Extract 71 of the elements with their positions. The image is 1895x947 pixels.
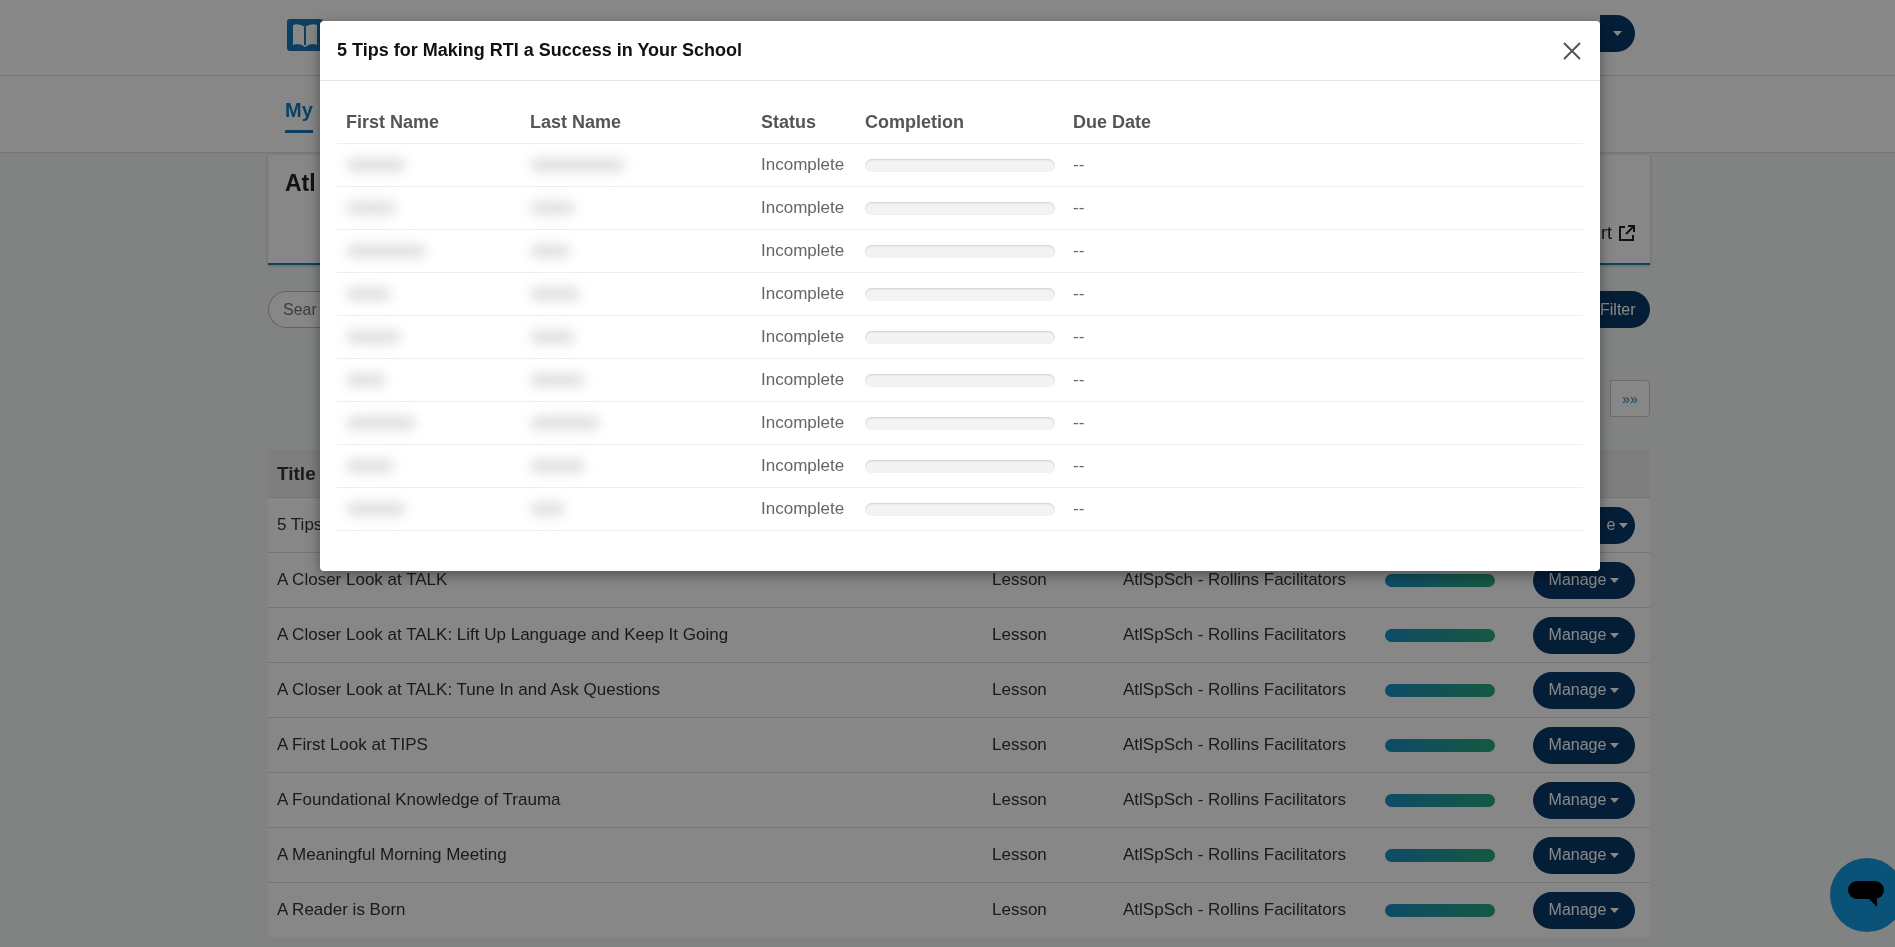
status-text: Incomplete <box>761 413 845 432</box>
external-link-icon <box>1618 225 1635 242</box>
manage-button[interactable]: Manage <box>1533 616 1635 654</box>
manage-button[interactable]: Manage <box>1533 781 1635 819</box>
column-header: Title <box>276 462 316 485</box>
course-group: AtlSpSch - Rollins Facilitators <box>1123 570 1385 590</box>
due-date: -- <box>1073 499 1085 518</box>
manage-button[interactable]: Manage <box>1533 671 1635 709</box>
caret-icon <box>1613 31 1622 36</box>
course-group: AtlSpSch - Rollins Facilitators <box>1123 900 1385 920</box>
chat-button[interactable] <box>1830 858 1895 932</box>
due-date: -- <box>1073 284 1085 303</box>
caret-icon <box>1610 852 1620 858</box>
manage-button[interactable]: Manage <box>1533 891 1635 929</box>
course-type: Lesson <box>992 735 1048 755</box>
caret-icon <box>1610 632 1620 638</box>
search-field[interactable]: Sear <box>268 291 320 328</box>
course-title: A Closer Look at TALK: Tune In and Ask Questions <box>276 680 662 700</box>
course-title: A Closer Look at TALK: Lift Up Language and Keep It Going <box>276 625 730 645</box>
course-title: A Closer Look at TALK <box>276 570 449 590</box>
column-header: Last Name <box>530 111 622 132</box>
caret-icon <box>1610 687 1620 693</box>
status-text: Incomplete <box>761 241 845 260</box>
card-title: Atl <box>285 170 316 197</box>
column-header: Due Date <box>1073 111 1152 132</box>
nav-tab[interactable]: My <box>285 98 313 133</box>
status-text: Incomplete <box>761 327 845 346</box>
export-link[interactable]: rt <box>1601 223 1635 244</box>
course-group: AtlSpSch - Rollins Facilitators <box>1123 735 1385 755</box>
caret-icon <box>1610 742 1620 748</box>
course-type: Lesson <box>992 845 1048 865</box>
due-date: -- <box>1073 198 1085 217</box>
caret-icon <box>1619 522 1629 528</box>
status-text: Incomplete <box>761 155 845 174</box>
account-button[interactable] <box>1600 15 1635 52</box>
close-icon[interactable] <box>1561 39 1583 62</box>
due-date: -- <box>1073 241 1085 260</box>
caret-icon <box>1610 577 1620 583</box>
due-date: -- <box>1073 413 1085 432</box>
due-date: -- <box>1073 155 1085 174</box>
course-title: A Meaningful Morning Meeting <box>276 845 508 865</box>
caret-icon <box>1610 797 1620 803</box>
course-group: AtlSpSch - Rollins Facilitators <box>1123 790 1385 810</box>
modal-title: 5 Tips for Making RTI a Success in Your School <box>337 40 743 61</box>
last-page-button[interactable]: »» <box>1610 380 1650 417</box>
course-title: A First Look at TIPS <box>276 735 429 755</box>
due-date: -- <box>1073 327 1085 346</box>
due-date: -- <box>1073 456 1085 475</box>
course-type: Lesson <box>992 680 1048 700</box>
manage-button[interactable]: Manage <box>1533 836 1635 874</box>
column-header: First Name <box>346 111 440 132</box>
status-text: Incomplete <box>761 456 845 475</box>
course-type: Lesson <box>992 790 1048 810</box>
course-type: Lesson <box>992 900 1048 920</box>
course-type: Lesson <box>992 570 1048 590</box>
manage-button[interactable]: e <box>1600 506 1635 544</box>
course-title: A Reader is Born <box>276 900 407 920</box>
course-type: Lesson <box>992 625 1048 645</box>
status-text: Incomplete <box>761 284 845 303</box>
status-text: Incomplete <box>761 198 845 217</box>
column-header: Completion <box>865 111 964 132</box>
course-group: AtlSpSch - Rollins Facilitators <box>1123 680 1385 700</box>
course-group: AtlSpSch - Rollins Facilitators <box>1123 625 1385 645</box>
status-text: Incomplete <box>761 499 845 518</box>
caret-icon <box>1610 907 1620 913</box>
manage-button[interactable]: Manage <box>1533 726 1635 764</box>
column-header: Status <box>761 111 816 132</box>
course-group: AtlSpSch - Rollins Facilitators <box>1123 845 1385 865</box>
course-title: A Foundational Knowledge of Trauma <box>276 790 562 810</box>
due-date: -- <box>1073 370 1085 389</box>
status-text: Incomplete <box>761 370 845 389</box>
